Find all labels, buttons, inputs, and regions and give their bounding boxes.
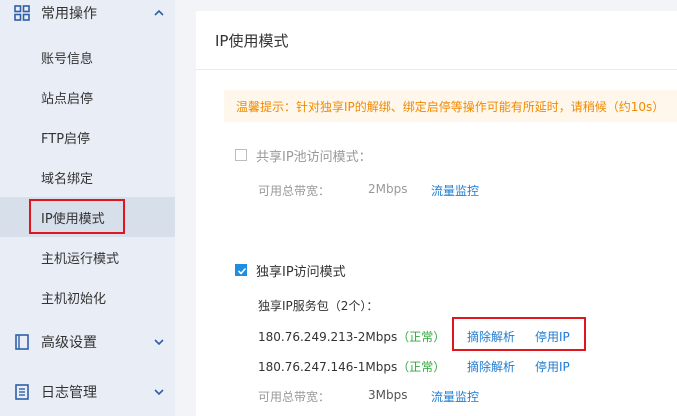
sidebar-item-domain-binding[interactable]: 域名绑定: [0, 157, 175, 197]
sidebar-group-logs[interactable]: 日志管理: [0, 372, 175, 412]
exclusive-mode-label: 独享IP访问模式: [256, 265, 346, 280]
notice-text: 温馨提示：针对独享IP的解绑、绑定启停等操作可能有所延时，请稍候（约10s）: [236, 99, 665, 114]
sidebar-group-label: 常用操作: [41, 6, 97, 22]
sidebar-group-label: 日志管理: [41, 385, 97, 401]
ip-address: 180.76.249.213-2Mbps: [258, 330, 398, 344]
sidebar-item-ftp-toggle[interactable]: FTP启停: [0, 117, 175, 157]
sidebar-item-label: 域名绑定: [41, 171, 94, 187]
shared-bandwidth-label: 可用总带宽：: [258, 184, 331, 198]
sidebar-item-label: IP使用模式: [41, 211, 105, 227]
main-panel: IP使用模式 温馨提示：针对独享IP的解绑、绑定启停等操作可能有所延时，请稍候（…: [196, 11, 677, 416]
shared-mode-checkbox[interactable]: [235, 149, 247, 161]
disable-ip-button[interactable]: 停用IP: [535, 328, 570, 345]
sidebar-item-host-init[interactable]: 主机初始化: [0, 277, 175, 317]
exclusive-mode-checkbox[interactable]: [235, 264, 247, 276]
chevron-up-icon: [154, 9, 164, 16]
exclusive-traffic-monitor-link[interactable]: 流量监控: [431, 388, 479, 405]
chevron-down-icon: [154, 389, 164, 396]
sidebar-item-site-toggle[interactable]: 站点启停: [0, 77, 175, 117]
exclusive-package-label: 独享IP服务包（2个）：: [258, 299, 379, 313]
checkmark-icon: [237, 267, 247, 275]
chevron-down-icon: [154, 339, 164, 346]
disable-ip-button[interactable]: 停用IP: [535, 358, 570, 375]
sidebar-group-common-ops[interactable]: 常用操作: [0, 0, 175, 33]
ip-row-1: 180.76.249.213-2Mbps（正常）: [258, 328, 445, 345]
ip-address: 180.76.247.146-1Mbps: [258, 360, 398, 374]
shared-bandwidth-value: 2Mbps: [368, 182, 408, 196]
sidebar: 常用操作 账号信息 站点启停 FTP启停 域名绑定 IP使用模式 主机运行模式 …: [0, 0, 175, 416]
sidebar-group-label: 高级设置: [41, 335, 97, 351]
unbind-dns-button[interactable]: 摘除解析: [467, 328, 515, 345]
grid-icon: [14, 5, 30, 21]
ip-status: （正常）: [397, 330, 446, 344]
unbind-dns-button[interactable]: 摘除解析: [467, 358, 515, 375]
shared-traffic-monitor-link[interactable]: 流量监控: [431, 182, 479, 199]
document-icon: [15, 334, 29, 350]
shared-mode-label: 共享IP池访问模式：: [256, 150, 372, 165]
sidebar-item-label: FTP启停: [41, 131, 91, 147]
ip-status: （正常）: [397, 360, 446, 374]
notice-banner: 温馨提示：针对独享IP的解绑、绑定启停等操作可能有所延时，请稍候（约10s）: [224, 90, 677, 122]
sidebar-item-label: 账号信息: [41, 51, 94, 67]
ip-row-2: 180.76.247.146-1Mbps（正常）: [258, 358, 445, 375]
sidebar-item-label: 主机初始化: [41, 291, 107, 307]
page-title: IP使用模式: [215, 32, 289, 50]
exclusive-bandwidth-value: 3Mbps: [368, 388, 408, 402]
sidebar-group-advanced[interactable]: 高级设置: [0, 322, 175, 362]
sidebar-item-account-info[interactable]: 账号信息: [0, 37, 175, 77]
sidebar-item-label: 站点启停: [41, 91, 94, 107]
exclusive-bandwidth-label: 可用总带宽：: [258, 390, 331, 404]
panel-header: IP使用模式: [196, 11, 677, 70]
list-icon: [15, 384, 29, 400]
sidebar-item-host-run-mode[interactable]: 主机运行模式: [0, 237, 175, 277]
sidebar-item-label: 主机运行模式: [41, 251, 120, 267]
sidebar-item-ip-mode[interactable]: IP使用模式: [0, 197, 175, 237]
